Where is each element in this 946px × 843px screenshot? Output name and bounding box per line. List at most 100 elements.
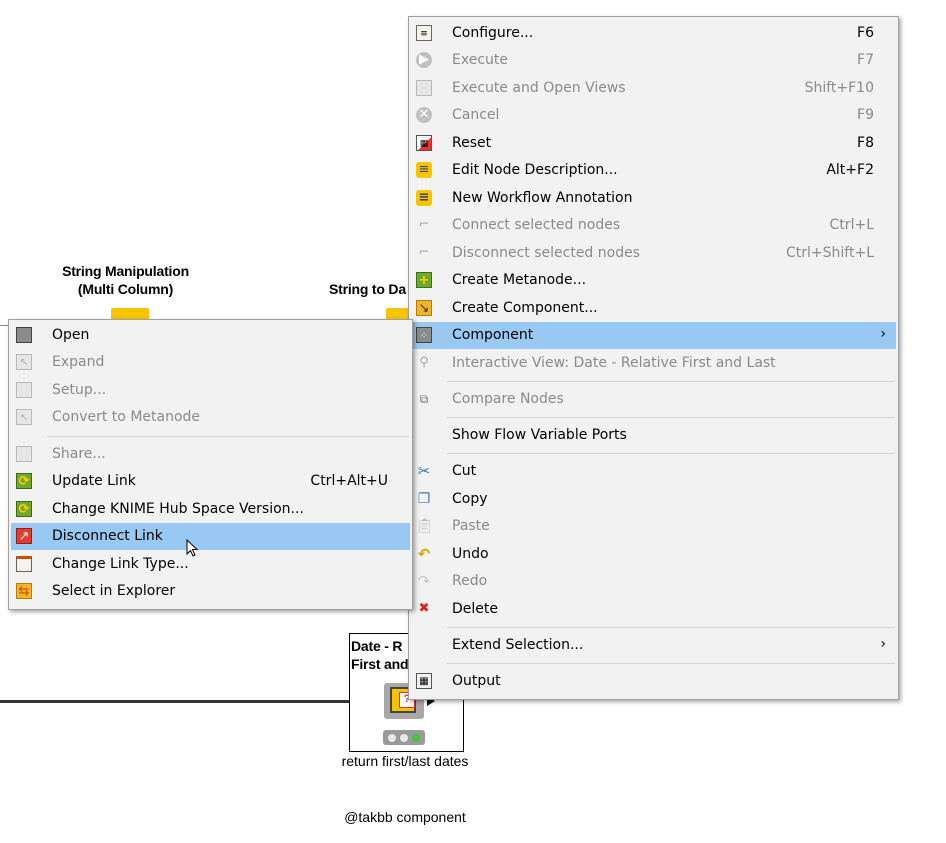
menu-item-shortcut: F8 bbox=[857, 135, 874, 151]
connection-line bbox=[0, 700, 378, 703]
menu-item-interactive-view[interactable]: ⚲ Interactive View: Date - Relative Firs… bbox=[411, 350, 896, 377]
submenu-item-disconnect-link[interactable]: ↗ Disconnect Link bbox=[11, 523, 410, 550]
menu-item-shortcut: Shift+F10 bbox=[804, 80, 874, 96]
expand-icon: ↖ bbox=[16, 354, 32, 370]
copy-icon: ❐ bbox=[417, 491, 431, 507]
menu-item-label: Disconnect Link bbox=[52, 528, 163, 544]
menu-item-label: New Workflow Annotation bbox=[452, 190, 633, 206]
submenu-item-convert-to-metanode[interactable]: ↖ Convert to Metanode bbox=[11, 404, 410, 431]
reset-icon: ▦ bbox=[416, 135, 432, 151]
menu-separator bbox=[447, 627, 895, 628]
menu-item-label: Output bbox=[452, 673, 501, 689]
component-icon: ⁘ bbox=[416, 327, 432, 343]
delete-icon: ✖ bbox=[418, 601, 430, 616]
menu-item-new-workflow-annotation[interactable]: ≡ New Workflow Annotation bbox=[411, 185, 896, 212]
menu-item-connect-selected-nodes[interactable]: ⌐ Connect selected nodes Ctrl+L bbox=[411, 212, 896, 239]
menu-item-shortcut: F9 bbox=[857, 107, 874, 123]
traffic-light-status bbox=[383, 730, 425, 745]
menu-item-label: Setup... bbox=[52, 382, 107, 398]
menu-item-component[interactable]: ⁘ Component › bbox=[411, 322, 896, 349]
submenu-item-setup[interactable]: Setup... bbox=[11, 377, 410, 404]
menu-item-label: Share... bbox=[52, 446, 106, 462]
menu-item-execute[interactable]: ▶ Execute F7 bbox=[411, 47, 896, 74]
menu-item-show-flow-variable-ports[interactable]: Show Flow Variable Ports bbox=[411, 422, 896, 449]
disconnect-link-icon: ↗ bbox=[16, 528, 32, 544]
submenu-item-open[interactable]: Open bbox=[11, 322, 410, 349]
node-context-menu: ≡ Configure... F6 ▶ Execute F7 Execute a… bbox=[408, 16, 899, 700]
menu-item-label: Open bbox=[52, 327, 90, 343]
menu-item-label: Change Link Type... bbox=[52, 556, 189, 572]
submenu-item-select-in-explorer[interactable]: ⇆ Select in Explorer bbox=[11, 578, 410, 605]
menu-item-cancel[interactable]: ✕ Cancel F9 bbox=[411, 102, 896, 129]
menu-item-edit-node-description[interactable]: ≡ Edit Node Description... Alt+F2 bbox=[411, 157, 896, 184]
menu-item-label: Interactive View: Date - Relative First … bbox=[452, 355, 776, 371]
node-description-icon: ≡ bbox=[416, 162, 432, 178]
menu-separator bbox=[447, 453, 895, 454]
share-icon bbox=[16, 446, 32, 462]
menu-item-redo[interactable]: ↷ Redo bbox=[411, 568, 896, 595]
status-light-off bbox=[388, 734, 396, 742]
menu-item-label: Edit Node Description... bbox=[452, 162, 618, 178]
output-table-icon: ▦ bbox=[416, 673, 432, 689]
workflow-annotation: @takbb component bbox=[344, 809, 466, 825]
submenu-item-share[interactable]: Share... bbox=[11, 441, 410, 468]
submenu-item-change-link-type[interactable]: Change Link Type... bbox=[11, 551, 410, 578]
menu-item-label: Create Component... bbox=[452, 300, 598, 316]
node-title-line: (Multi Column) bbox=[77, 281, 174, 297]
submenu-item-change-hub-space-version[interactable]: ⟳ Change KNIME Hub Space Version... bbox=[11, 496, 410, 523]
menu-item-copy[interactable]: ❐ Copy bbox=[411, 486, 896, 513]
menu-item-delete[interactable]: ✖ Delete bbox=[411, 596, 896, 623]
component-submenu: Open ↖ Expand Setup... ↖ Convert to Meta… bbox=[8, 319, 413, 610]
menu-item-label: Convert to Metanode bbox=[52, 409, 201, 425]
menu-item-extend-selection[interactable]: Extend Selection... › bbox=[411, 632, 896, 659]
submenu-item-update-link[interactable]: ⟳ Update Link Ctrl+Alt+U bbox=[11, 468, 410, 495]
update-link-icon: ⟳ bbox=[16, 473, 32, 489]
menu-item-paste[interactable]: 📋︎ Paste bbox=[411, 513, 896, 540]
menu-item-cut[interactable]: ✂ Cut bbox=[411, 458, 896, 485]
annotation-icon: ≡ bbox=[416, 190, 432, 206]
menu-item-undo[interactable]: ↶ Undo bbox=[411, 541, 896, 568]
menu-item-execute-open-views[interactable]: Execute and Open Views Shift+F10 bbox=[411, 75, 896, 102]
menu-item-label: Extend Selection... bbox=[452, 637, 584, 653]
menu-item-label: Reset bbox=[452, 135, 492, 151]
menu-separator bbox=[447, 417, 895, 418]
node-title-line: String Manipulation bbox=[62, 263, 189, 279]
node-title-string-manipulation: String Manipulation (Multi Column) bbox=[48, 262, 203, 298]
disconnect-icon: ⌐ bbox=[418, 245, 430, 260]
menu-item-label: Show Flow Variable Ports bbox=[452, 427, 627, 443]
create-component-icon: ↘ bbox=[416, 300, 432, 316]
menu-item-configure[interactable]: ≡ Configure... F6 bbox=[411, 20, 896, 47]
menu-item-shortcut: Ctrl+L bbox=[829, 217, 874, 233]
cancel-icon: ✕ bbox=[416, 107, 432, 123]
menu-item-label: Redo bbox=[452, 573, 488, 589]
component-title-line: Date - R bbox=[351, 638, 403, 654]
component-label: return first/last dates bbox=[341, 753, 469, 769]
menu-item-label: Execute bbox=[452, 52, 508, 68]
menu-item-label: Delete bbox=[452, 601, 498, 617]
menu-item-reset[interactable]: ▦ Reset F8 bbox=[411, 130, 896, 157]
menu-item-label: Update Link bbox=[52, 473, 136, 489]
chevron-right-icon: › bbox=[880, 636, 886, 652]
menu-item-shortcut: Ctrl+Shift+L bbox=[786, 245, 874, 261]
mouse-pointer-icon bbox=[186, 538, 200, 564]
menu-item-compare-nodes[interactable]: ⧉ Compare Nodes bbox=[411, 386, 896, 413]
submenu-item-expand[interactable]: ↖ Expand bbox=[11, 349, 410, 376]
menu-item-create-component[interactable]: ↘ Create Component... bbox=[411, 295, 896, 322]
menu-item-label: Cut bbox=[452, 463, 477, 479]
component-title: Date - R First and bbox=[351, 637, 411, 673]
menu-item-output[interactable]: ▦ Output bbox=[411, 668, 896, 695]
menu-item-label: Select in Explorer bbox=[52, 583, 176, 599]
change-version-icon: ⟳ bbox=[16, 501, 32, 517]
menu-item-label: Create Metanode... bbox=[452, 272, 587, 288]
menu-item-disconnect-selected-nodes[interactable]: ⌐ Disconnect selected nodes Ctrl+Shift+L bbox=[411, 240, 896, 267]
component-title-line: First and bbox=[351, 656, 409, 672]
menu-item-label: Connect selected nodes bbox=[452, 217, 621, 233]
execute-open-views-icon bbox=[416, 80, 432, 96]
menu-item-create-metanode[interactable]: + Create Metanode... bbox=[411, 267, 896, 294]
menu-separator bbox=[447, 381, 895, 382]
status-light-green bbox=[412, 734, 420, 742]
connect-icon: ⌐ bbox=[418, 217, 430, 232]
compare-nodes-icon: ⧉ bbox=[419, 392, 429, 406]
menu-item-label: Change KNIME Hub Space Version... bbox=[52, 501, 304, 517]
undo-icon: ↶ bbox=[417, 545, 431, 563]
